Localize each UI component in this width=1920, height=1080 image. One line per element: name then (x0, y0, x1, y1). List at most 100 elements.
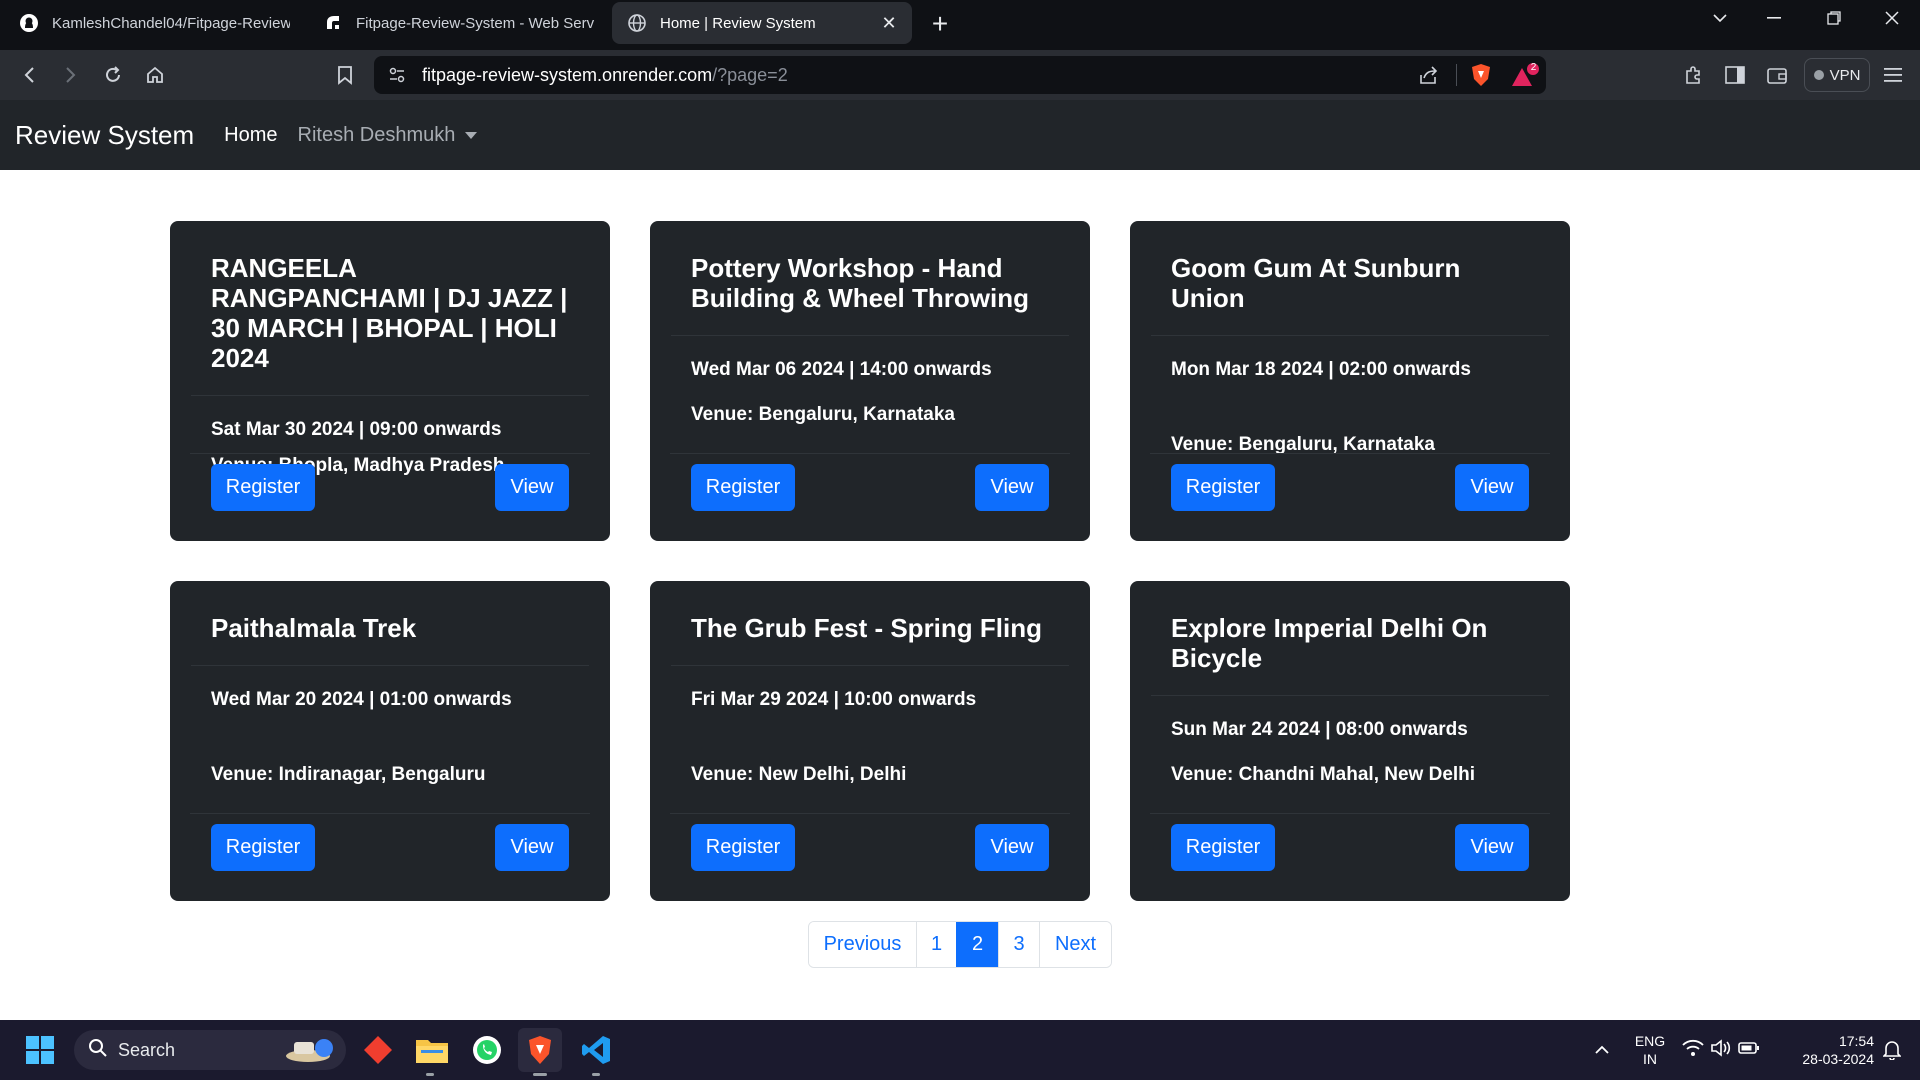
clock-date: 28-03-2024 (1802, 1051, 1874, 1067)
event-venue: Venue: Indiranagar, Bengaluru (211, 764, 486, 785)
view-button[interactable]: View (975, 824, 1049, 871)
card-footer: Register View (1150, 813, 1550, 891)
home-icon[interactable] (134, 54, 176, 96)
event-date: Wed Mar 20 2024 | 01:00 onwards (211, 689, 512, 710)
tab-render[interactable]: Fitpage-Review-System - Web Servic (308, 2, 608, 44)
show-hidden-icons-chevron[interactable] (1580, 1028, 1624, 1072)
app-diamond-icon[interactable] (356, 1028, 400, 1072)
event-date: Sun Mar 24 2024 | 08:00 onwards (1171, 719, 1468, 740)
card-footer: Register View (1150, 453, 1550, 531)
event-title: The Grub Fest - Spring Fling (671, 613, 1069, 666)
event-venue: Venue: Chandni Mahal, New Delhi (1171, 764, 1476, 785)
tab-title: KamleshChandel04/Fitpage-Review-S (52, 14, 290, 32)
clock[interactable]: 17:54 28-03-2024 (1782, 1032, 1874, 1068)
brave-rewards-icon[interactable]: 2 (1510, 62, 1540, 93)
event-card: Explore Imperial Delhi On Bicycle Sun Ma… (1130, 581, 1570, 901)
tab-github[interactable]: KamleshChandel04/Fitpage-Review-S (4, 2, 304, 44)
register-button[interactable]: Register (691, 464, 795, 511)
event-title: Pottery Workshop - Hand Building & Wheel… (671, 253, 1069, 336)
register-button[interactable]: Register (211, 464, 315, 511)
render-icon (322, 12, 344, 34)
user-dropdown[interactable]: Ritesh Deshmukh (298, 124, 478, 147)
brave-browser-icon[interactable] (518, 1028, 562, 1072)
event-card: Goom Gum At Sunburn Union Mon Mar 18 202… (1130, 221, 1570, 541)
card-footer: Register View (190, 453, 590, 531)
register-button[interactable]: Register (1171, 824, 1275, 871)
file-explorer-icon[interactable] (410, 1028, 454, 1072)
tab-title: Fitpage-Review-System - Web Servic (356, 14, 594, 32)
back-icon[interactable] (8, 54, 50, 96)
system-tray-status[interactable] (1676, 1028, 1766, 1072)
tab-review-system[interactable]: Home | Review System ✕ (612, 2, 912, 44)
tab-search-chevron-icon[interactable] (1692, 0, 1748, 36)
forward-icon[interactable] (50, 54, 92, 96)
browser-tab-strip: KamleshChandel04/Fitpage-Review-S Fitpag… (0, 0, 1920, 50)
nav-home-link[interactable]: Home (224, 124, 277, 147)
url-host: fitpage-review-system.onrender.com (422, 64, 713, 85)
share-icon[interactable] (1418, 65, 1440, 90)
register-button[interactable]: Register (211, 824, 315, 871)
app-navbar: Review System Home Ritesh Deshmukh (0, 100, 1920, 170)
bookmark-icon[interactable] (324, 54, 366, 96)
site-settings-icon[interactable] (388, 66, 406, 89)
sidebar-icon[interactable] (1714, 54, 1756, 96)
event-title: RANGEELA RANGPANCHAMI | DJ JAZZ | 30 MAR… (191, 253, 589, 396)
view-button[interactable]: View (1455, 464, 1529, 511)
windows-start-icon[interactable] (18, 1028, 62, 1072)
close-window-icon[interactable] (1864, 0, 1920, 36)
extensions-icon[interactable] (1672, 54, 1714, 96)
navbar-brand[interactable]: Review System (15, 120, 194, 151)
pagination-previous[interactable]: Previous (809, 922, 916, 967)
view-button[interactable]: View (495, 464, 569, 511)
wifi-icon (1682, 1039, 1704, 1062)
github-icon (18, 12, 40, 34)
pagination-page-2[interactable]: 2 (956, 922, 998, 967)
address-bar[interactable]: fitpage-review-system.onrender.com/?page… (374, 56, 1546, 94)
event-card: Paithalmala Trek Wed Mar 20 2024 | 01:00… (170, 581, 610, 901)
event-date: Sat Mar 30 2024 | 09:00 onwards (211, 419, 502, 440)
search-icon (88, 1038, 108, 1063)
pagination-page-3[interactable]: 3 (998, 922, 1039, 967)
address-divider (1456, 64, 1457, 86)
register-button[interactable]: Register (691, 824, 795, 871)
whatsapp-icon[interactable] (465, 1028, 509, 1072)
close-tab-icon[interactable]: ✕ (880, 14, 898, 32)
minimize-window-icon[interactable] (1746, 0, 1802, 36)
event-title: Paithalmala Trek (191, 613, 589, 666)
active-app-indicator (533, 1073, 547, 1076)
card-footer: Register View (190, 813, 590, 891)
view-button[interactable]: View (495, 824, 569, 871)
vpn-button[interactable]: VPN (1804, 58, 1870, 92)
rewards-badge-count: 2 (1530, 62, 1537, 73)
vscode-icon[interactable] (574, 1028, 618, 1072)
language-code: ENG (1634, 1033, 1666, 1049)
menu-icon[interactable] (1872, 54, 1914, 96)
region-code: IN (1643, 1051, 1657, 1067)
search-label: Search (118, 1039, 176, 1060)
taskbar-search[interactable]: Search (74, 1030, 346, 1070)
language-indicator[interactable]: ENG IN (1630, 1032, 1670, 1068)
pagination-next[interactable]: Next (1039, 922, 1111, 967)
reload-icon[interactable] (92, 54, 134, 96)
event-card: The Grub Fest - Spring Fling Fri Mar 29 … (650, 581, 1090, 901)
clock-time: 17:54 (1838, 1033, 1874, 1049)
notifications-icon[interactable] (1872, 1028, 1912, 1072)
running-app-indicator (426, 1073, 434, 1076)
new-tab-button[interactable]: + (920, 4, 960, 44)
event-card: RANGEELA RANGPANCHAMI | DJ JAZZ | 30 MAR… (170, 221, 610, 541)
wallet-icon[interactable] (1756, 54, 1798, 96)
globe-icon (626, 12, 648, 34)
register-button[interactable]: Register (1171, 464, 1275, 511)
event-date: Fri Mar 29 2024 | 10:00 onwards (691, 689, 977, 710)
event-date: Mon Mar 18 2024 | 02:00 onwards (1171, 359, 1471, 380)
pagination-page-1[interactable]: 1 (916, 922, 956, 967)
running-app-indicator (592, 1073, 600, 1076)
brave-shield-icon[interactable] (1470, 63, 1492, 92)
url-path: /?page=2 (712, 64, 788, 85)
vpn-label: VPN (1829, 66, 1861, 84)
view-button[interactable]: View (1455, 824, 1529, 871)
taskbar: Search ENG IN 17:54 28-03-2024 (0, 1020, 1920, 1080)
restore-window-icon[interactable] (1806, 0, 1862, 36)
view-button[interactable]: View (975, 464, 1049, 511)
user-name: Ritesh Deshmukh (297, 123, 456, 146)
